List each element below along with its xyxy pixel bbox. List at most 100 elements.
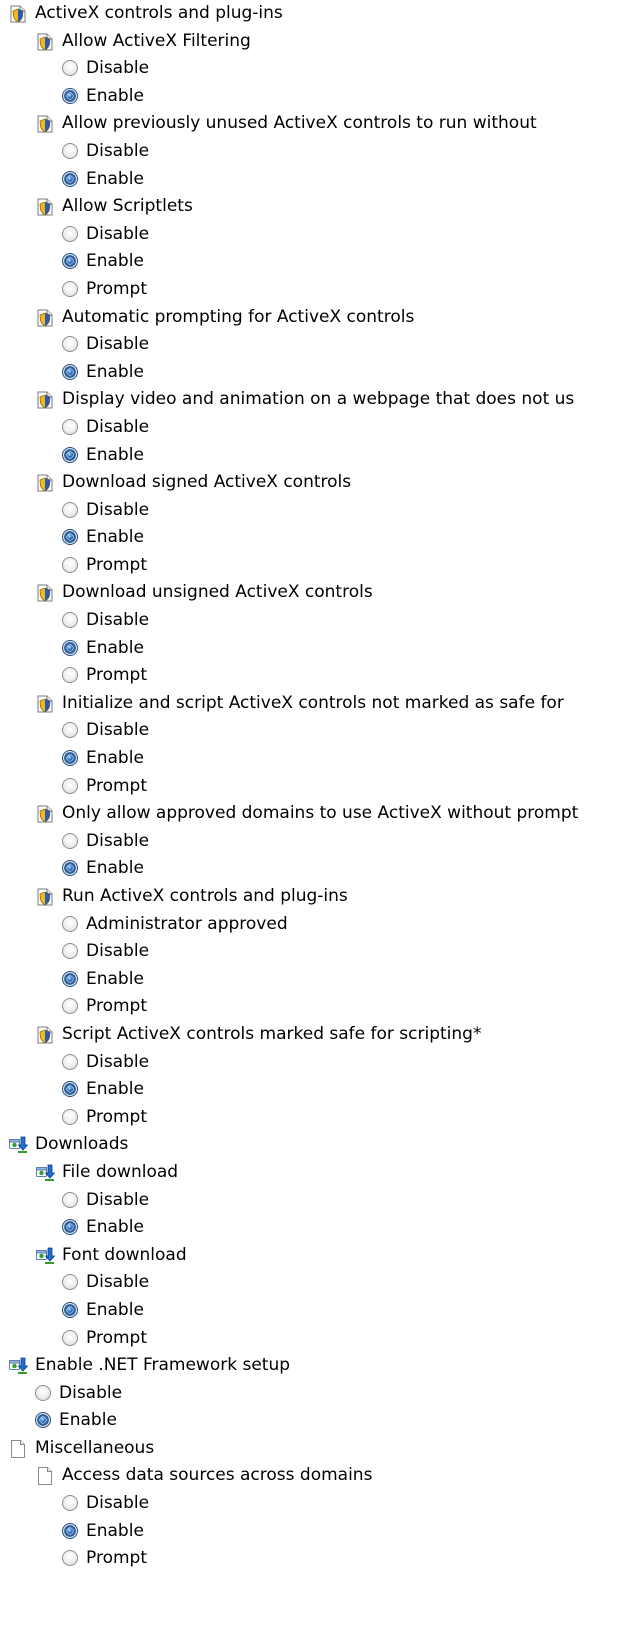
radio-unchecked-icon[interactable]: [62, 501, 78, 518]
radio-option-disable[interactable]: Disable: [0, 331, 624, 359]
shield-icon: [35, 114, 55, 134]
radio-option-disable[interactable]: Disable: [0, 1269, 624, 1297]
option-label: Enable: [86, 1217, 144, 1238]
radio-option-prompt[interactable]: Prompt: [0, 1325, 624, 1353]
radio-option-disable[interactable]: Disable: [0, 828, 624, 856]
radio-checked-icon[interactable]: [62, 1301, 78, 1318]
radio-option-enable[interactable]: Enable: [0, 166, 624, 194]
radio-unchecked-icon[interactable]: [62, 60, 78, 77]
radio-unchecked-icon[interactable]: [62, 777, 78, 794]
option-label: Disable: [86, 610, 150, 631]
radio-unchecked-icon[interactable]: [62, 943, 78, 960]
radio-option-disable[interactable]: Disable: [0, 607, 624, 635]
radio-unchecked-icon[interactable]: [62, 1053, 78, 1070]
radio-checked-icon[interactable]: [62, 1081, 78, 1098]
radio-option-prompt[interactable]: Prompt: [0, 993, 624, 1021]
tree-setting: Only allow approved domains to use Activ…: [0, 800, 624, 828]
radio-option-enable[interactable]: Enable: [0, 745, 624, 773]
radio-option-disable[interactable]: Disable: [0, 1380, 624, 1408]
radio-checked-icon[interactable]: [62, 529, 78, 546]
radio-unchecked-icon[interactable]: [62, 280, 78, 297]
radio-checked-icon[interactable]: [62, 750, 78, 767]
tree-setting: Allow ActiveX Filtering: [0, 28, 624, 56]
option-label: Prompt: [86, 1548, 147, 1569]
radio-unchecked-icon[interactable]: [35, 1384, 51, 1401]
radio-option-prompt[interactable]: Prompt: [0, 773, 624, 801]
radio-checked-icon[interactable]: [62, 970, 78, 987]
radio-checked-icon[interactable]: [62, 253, 78, 270]
option-label: Enable: [86, 1520, 144, 1541]
radio-checked-icon[interactable]: [62, 639, 78, 656]
radio-option-enable[interactable]: Enable: [0, 855, 624, 883]
radio-option-enable[interactable]: Enable: [0, 635, 624, 663]
radio-unchecked-icon[interactable]: [62, 225, 78, 242]
radio-option-enable[interactable]: Enable: [0, 1076, 624, 1104]
option-label: Disable: [86, 1051, 150, 1072]
radio-checked-icon[interactable]: [62, 1219, 78, 1236]
radio-unchecked-icon[interactable]: [62, 832, 78, 849]
tree-setting: Run ActiveX controls and plug-ins: [0, 883, 624, 911]
radio-option-enable[interactable]: Enable: [0, 966, 624, 994]
radio-checked-icon[interactable]: [35, 1412, 51, 1429]
radio-unchecked-icon[interactable]: [62, 1108, 78, 1125]
radio-option-enable[interactable]: Enable: [0, 1407, 624, 1435]
radio-checked-icon[interactable]: [62, 87, 78, 104]
radio-option-disable[interactable]: Disable: [0, 1187, 624, 1215]
radio-option-enable[interactable]: Enable: [0, 524, 624, 552]
radio-checked-icon[interactable]: [62, 1522, 78, 1539]
radio-option-disable[interactable]: Disable: [0, 497, 624, 525]
radio-option-prompt[interactable]: Prompt: [0, 1545, 624, 1573]
radio-checked-icon[interactable]: [62, 446, 78, 463]
radio-option-disable[interactable]: Disable: [0, 717, 624, 745]
radio-option-disable[interactable]: Disable: [0, 1490, 624, 1518]
radio-unchecked-icon[interactable]: [62, 1495, 78, 1512]
radio-option-enable[interactable]: Enable: [0, 248, 624, 276]
radio-option-disable[interactable]: Disable: [0, 55, 624, 83]
radio-unchecked-icon[interactable]: [62, 336, 78, 353]
radio-checked-icon[interactable]: [62, 860, 78, 877]
tree-setting: Initialize and script ActiveX controls n…: [0, 690, 624, 718]
radio-option-disable[interactable]: Disable: [0, 414, 624, 442]
radio-option-prompt[interactable]: Prompt: [0, 552, 624, 580]
page-icon: [35, 1466, 55, 1486]
radio-unchecked-icon[interactable]: [62, 998, 78, 1015]
radio-option-administrator-approved[interactable]: Administrator approved: [0, 911, 624, 939]
radio-option-disable[interactable]: Disable: [0, 938, 624, 966]
tree-category: Miscellaneous: [0, 1435, 624, 1463]
radio-unchecked-icon[interactable]: [62, 1550, 78, 1567]
radio-unchecked-icon[interactable]: [62, 1329, 78, 1346]
radio-unchecked-icon[interactable]: [62, 1274, 78, 1291]
radio-unchecked-icon[interactable]: [62, 556, 78, 573]
option-label: Enable: [86, 1299, 144, 1320]
radio-unchecked-icon[interactable]: [62, 418, 78, 435]
radio-unchecked-icon[interactable]: [62, 915, 78, 932]
radio-unchecked-icon[interactable]: [62, 612, 78, 629]
radio-option-enable[interactable]: Enable: [0, 1214, 624, 1242]
radio-unchecked-icon[interactable]: [62, 1191, 78, 1208]
download-icon: [35, 1246, 55, 1266]
radio-option-prompt[interactable]: Prompt: [0, 662, 624, 690]
option-label: Administrator approved: [86, 913, 288, 934]
radio-option-disable[interactable]: Disable: [0, 221, 624, 249]
radio-option-enable[interactable]: Enable: [0, 442, 624, 470]
shield-icon: [35, 1025, 55, 1045]
option-label: Enable: [59, 1410, 117, 1431]
radio-option-enable[interactable]: Enable: [0, 1297, 624, 1325]
tree-setting: Allow previously unused ActiveX controls…: [0, 110, 624, 138]
radio-unchecked-icon[interactable]: [62, 722, 78, 739]
radio-option-enable[interactable]: Enable: [0, 83, 624, 111]
setting-label: Font download: [62, 1244, 187, 1265]
radio-option-disable[interactable]: Disable: [0, 138, 624, 166]
radio-option-prompt[interactable]: Prompt: [0, 1104, 624, 1132]
option-label: Disable: [86, 334, 150, 355]
radio-option-enable[interactable]: Enable: [0, 1518, 624, 1546]
option-label: Enable: [86, 748, 144, 769]
radio-option-disable[interactable]: Disable: [0, 1049, 624, 1077]
tree-setting: Font download: [0, 1242, 624, 1270]
radio-unchecked-icon[interactable]: [62, 142, 78, 159]
radio-option-prompt[interactable]: Prompt: [0, 276, 624, 304]
radio-unchecked-icon[interactable]: [62, 667, 78, 684]
radio-checked-icon[interactable]: [62, 170, 78, 187]
radio-option-enable[interactable]: Enable: [0, 359, 624, 387]
radio-checked-icon[interactable]: [62, 363, 78, 380]
